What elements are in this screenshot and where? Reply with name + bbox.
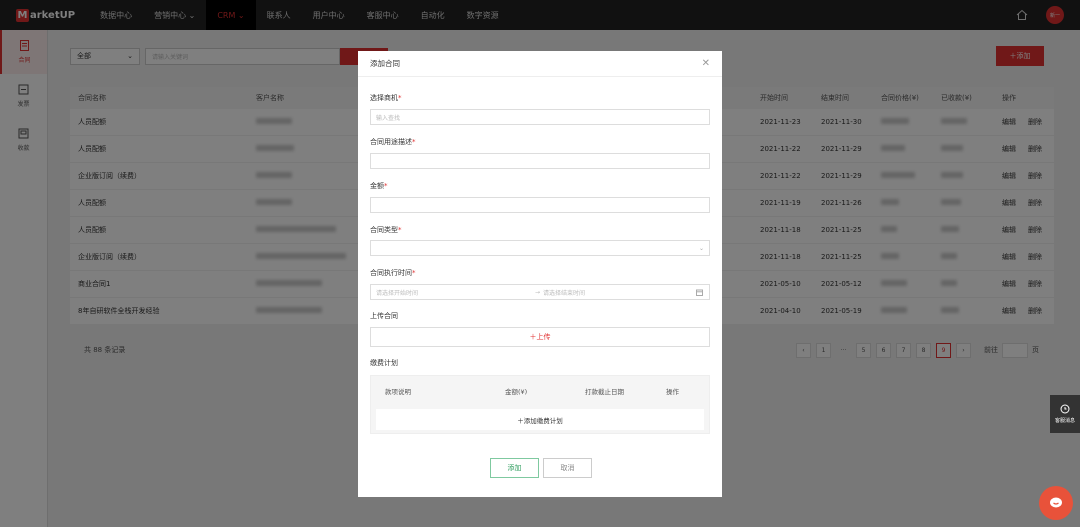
plan-col-header: 操作 <box>666 388 679 396</box>
chat-button[interactable] <box>1039 486 1073 520</box>
opportunity-label: 选择商机* <box>370 94 402 102</box>
calendar-icon <box>696 289 703 296</box>
cancel-button[interactable]: 取消 <box>543 458 592 478</box>
service-message-button[interactable]: 客服消息 <box>1050 395 1080 433</box>
plan-col-header: 金额(¥) <box>505 388 528 396</box>
start-date-input[interactable]: 请选择开始时间 <box>376 288 418 297</box>
type-label: 合同类型* <box>370 226 402 234</box>
service-label: 客服消息 <box>1054 418 1075 424</box>
dialog-header: 添加合同 ✕ <box>358 51 722 77</box>
upload-button[interactable]: ＋上传 <box>370 327 710 347</box>
plan-label: 缴费计划 <box>370 359 398 367</box>
chat-icon <box>1050 497 1062 508</box>
amount-label: 金额* <box>370 182 388 190</box>
end-date-input[interactable]: 请选择结束时间 <box>543 288 585 297</box>
chevron-down-icon: ⌄ <box>698 244 704 252</box>
clock-icon <box>1060 404 1070 414</box>
add-payment-plan-button[interactable]: ＋添加缴费计划 <box>376 409 704 430</box>
type-select[interactable]: ⌄ <box>370 240 710 256</box>
dialog-title: 添加合同 <box>370 59 400 68</box>
opportunity-input[interactable]: 输入查找 <box>370 109 710 125</box>
period-label: 合同执行时间* <box>370 269 416 277</box>
usage-label: 合同用途描述* <box>370 138 416 146</box>
confirm-add-button[interactable]: 添加 <box>490 458 539 478</box>
plan-col-header: 打款截止日期 <box>585 388 624 396</box>
upload-label: 上传合同 <box>370 312 398 320</box>
amount-input[interactable] <box>370 197 710 213</box>
payment-plan-table: 款项说明 金额(¥) 打款截止日期 操作 ＋添加缴费计划 <box>370 375 710 434</box>
range-arrow-icon: → <box>535 288 541 296</box>
usage-input[interactable] <box>370 153 710 169</box>
close-icon[interactable]: ✕ <box>702 58 710 69</box>
period-range-picker[interactable]: 请选择开始时间 → 请选择结束时间 <box>370 284 710 300</box>
add-contract-dialog: 添加合同 ✕ 选择商机* 输入查找 合同用途描述* 金额* 合同类型* ⌄ 合同… <box>358 51 722 497</box>
plan-col-header: 款项说明 <box>385 388 411 396</box>
